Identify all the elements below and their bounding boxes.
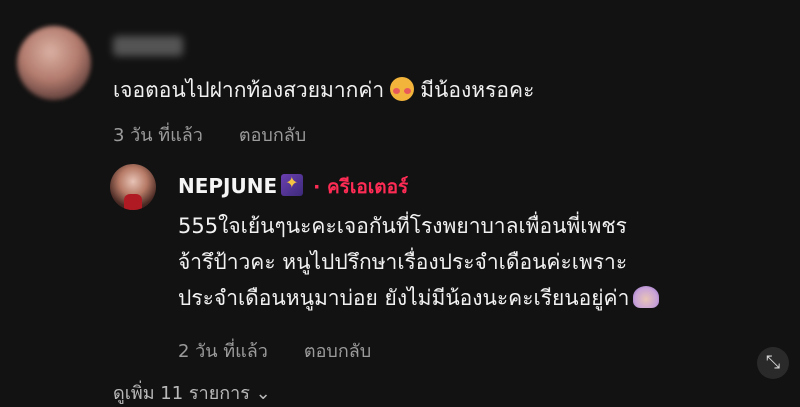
expand-icon[interactable]: ⤡: [757, 347, 789, 379]
comment-reply-button[interactable]: ตอบกลับ: [239, 125, 306, 146]
reply-timestamp: 2 วัน ที่แล้ว: [178, 341, 268, 362]
comment-timestamp: 3 วัน ที่แล้ว: [113, 125, 203, 146]
reply-text: 555ใจเย้นๆนะคะเจอกันที่โรงพยาบาลเพื่อนพี…: [178, 208, 788, 316]
reply-reply-button[interactable]: ตอบกลับ: [304, 341, 371, 362]
smiling-face-with-hearts-icon: [390, 77, 415, 101]
commenter-username-blurred[interactable]: [113, 36, 183, 56]
reply-line-3: ประจำเดือนหนูมาบ่อย ยังไม่มีน้องนะคะเรีย…: [178, 286, 630, 310]
praying-hands-icon: [633, 286, 660, 308]
comment-meta: 3 วัน ที่แล้ว ตอบกลับ: [113, 120, 306, 149]
creator-username[interactable]: NEPJUNE: [178, 174, 277, 198]
comment-text-part1: เจอตอนไปฝากท้องสวยมากค่า: [113, 78, 385, 102]
reply-line-2: จ้ารึป้าวคะ หนูไปปรึกษาเรื่องประจำเดือนค…: [178, 250, 628, 274]
reply-line-1: 555ใจเย้นๆนะคะเจอกันที่โรงพยาบาลเพื่อนพี…: [178, 214, 627, 238]
comment-text-part2: มีน้องหรอคะ: [420, 78, 535, 102]
creator-label: · ครีเอเตอร์: [313, 176, 409, 198]
comment-text: เจอตอนไปฝากท้องสวยมากค่า มีน้องหรอคะ: [113, 74, 534, 107]
reply-meta: 2 วัน ที่แล้ว ตอบกลับ: [178, 336, 371, 365]
commenter-avatar[interactable]: [17, 26, 91, 100]
view-more-replies-button[interactable]: ดูเพิ่ม 11 รายการ ⌄: [113, 378, 271, 407]
reply-header: NEPJUNE · ครีเอเตอร์: [178, 172, 408, 202]
creator-avatar[interactable]: [110, 164, 156, 210]
sparkle-badge-icon: [281, 173, 304, 196]
reply-line-3-wrap: ประจำเดือนหนูมาบ่อย ยังไม่มีน้องนะคะเรีย…: [178, 280, 788, 316]
